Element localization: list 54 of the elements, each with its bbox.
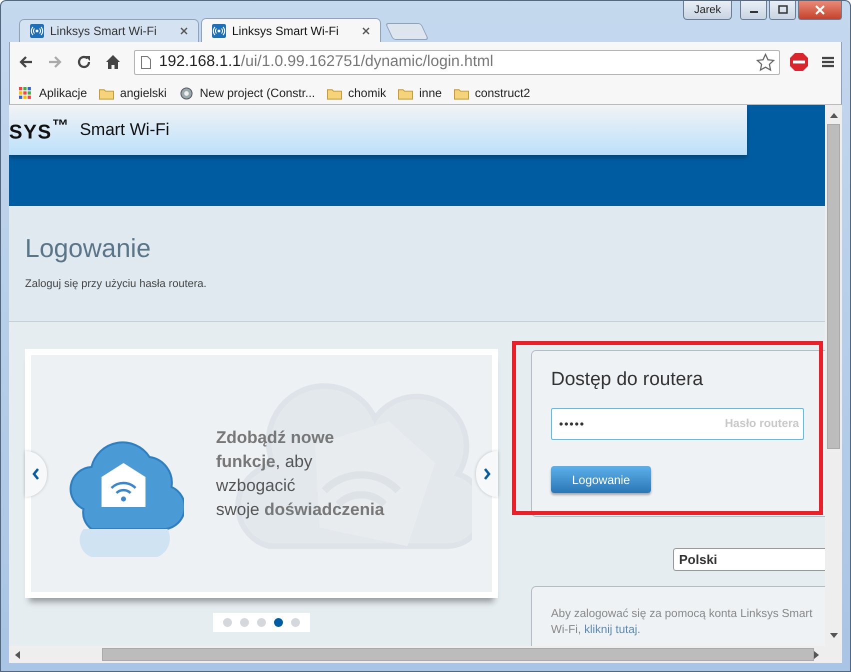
maximize-button[interactable] bbox=[769, 1, 796, 20]
scroll-up-icon[interactable] bbox=[830, 113, 838, 118]
login-title: Dostęp do routera bbox=[551, 369, 704, 391]
scroll-left-icon[interactable] bbox=[15, 650, 20, 658]
pager-dot[interactable] bbox=[274, 618, 283, 627]
bookmark[interactable]: angielski bbox=[99, 86, 167, 100]
language-select[interactable]: Polski bbox=[673, 548, 825, 571]
page-title: Logowanie bbox=[25, 233, 152, 264]
back-icon[interactable] bbox=[18, 54, 34, 70]
close-button[interactable] bbox=[798, 1, 842, 20]
wireless-icon bbox=[212, 24, 226, 38]
home-icon[interactable] bbox=[105, 54, 121, 70]
wireless-icon bbox=[30, 24, 44, 38]
user-badge[interactable]: Jarek bbox=[683, 1, 732, 20]
pager-dot[interactable] bbox=[223, 618, 232, 627]
apps-grid-icon bbox=[18, 86, 33, 100]
logo: SYS$^{™}$ bbox=[9, 116, 70, 144]
vertical-scrollbar[interactable] bbox=[825, 105, 842, 646]
folder-icon bbox=[454, 86, 469, 100]
address-bar[interactable]: 192.168.1.1/ui/1.0.99.162751/dynamic/login.html bbox=[134, 50, 780, 74]
bookmark[interactable]: chomik bbox=[327, 86, 386, 100]
chevron-left-icon bbox=[32, 468, 40, 480]
reload-icon[interactable] bbox=[76, 54, 92, 70]
browser-tab[interactable]: Linksys Smart Wi-Fi bbox=[19, 19, 199, 42]
close-icon[interactable] bbox=[180, 27, 188, 35]
bookmark[interactable]: New project (Constr... bbox=[178, 86, 316, 100]
minimize-button[interactable] bbox=[740, 1, 767, 20]
folder-icon bbox=[398, 86, 414, 100]
product-name: Smart Wi-Fi bbox=[80, 120, 170, 140]
scroll-down-icon[interactable] bbox=[830, 633, 838, 638]
browser-tab[interactable]: Linksys Smart Wi-Fi bbox=[201, 18, 381, 42]
bookmark[interactable]: Aplikacje bbox=[18, 86, 88, 100]
horizontal-scrollbar[interactable] bbox=[9, 646, 842, 663]
pager-dot[interactable] bbox=[291, 618, 300, 627]
disc-icon bbox=[178, 86, 194, 100]
menu-icon[interactable] bbox=[821, 55, 835, 69]
info-text: Aby zalogować się za pomocą konta Linksys Smart Wi-Fi, kliknij tutaj. bbox=[551, 607, 814, 638]
page-subtitle: Zaloguj się przy użyciu hasła routera. bbox=[25, 278, 208, 290]
page-icon bbox=[141, 56, 151, 68]
maximize-icon bbox=[778, 5, 788, 15]
previous-button[interactable] bbox=[25, 451, 47, 497]
close-icon[interactable] bbox=[362, 26, 370, 34]
next-button[interactable] bbox=[476, 451, 498, 497]
bookmark[interactable]: inne bbox=[398, 86, 442, 100]
slide-text: Zdobądź nowe funkcje, aby wzbogacić swoje doświadczenia bbox=[216, 426, 384, 520]
star-icon[interactable] bbox=[756, 52, 775, 72]
chevron-right-icon bbox=[483, 468, 491, 480]
pager-dot[interactable] bbox=[257, 618, 266, 627]
bookmark[interactable]: construct2 bbox=[454, 86, 530, 100]
pager-dot[interactable] bbox=[240, 618, 249, 627]
folder-icon bbox=[99, 86, 114, 100]
close-icon bbox=[815, 5, 825, 15]
folder-icon bbox=[327, 86, 342, 100]
adblock-icon[interactable] bbox=[789, 52, 809, 72]
